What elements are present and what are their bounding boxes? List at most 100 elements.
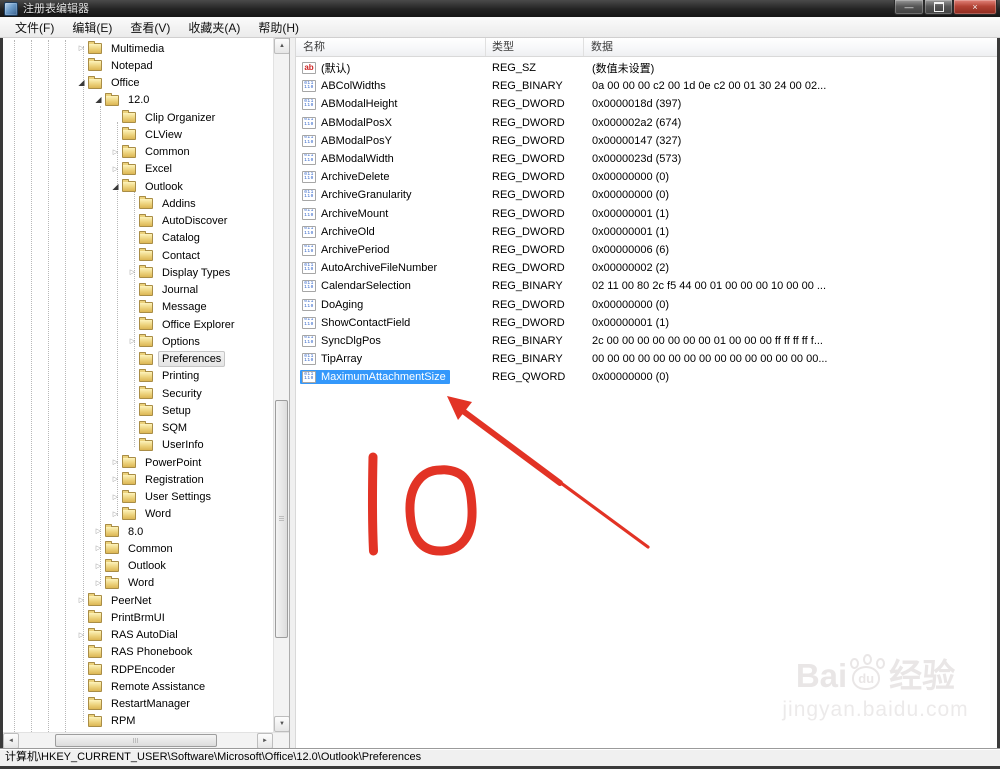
expand-expanded-icon[interactable]: ◢ (92, 96, 105, 104)
menu-item[interactable]: 收藏夹(A) (179, 17, 249, 38)
tree-label: Common (124, 541, 177, 557)
horizontal-scroll-thumb[interactable] (55, 734, 217, 747)
expand-expanded-icon[interactable]: ◢ (109, 183, 122, 191)
column-header-type[interactable]: 类型 (486, 38, 584, 56)
tree-item-user-settings[interactable]: ▷User Settings (3, 489, 273, 506)
tree-horizontal-scrollbar[interactable]: ◄ ► (3, 732, 289, 748)
column-header-name[interactable]: 名称 (296, 38, 486, 56)
close-button[interactable]: × (953, 0, 997, 15)
column-header-data[interactable]: 数据 (584, 38, 997, 56)
tree-item-12-0[interactable]: ◢12.0 (3, 92, 273, 109)
expand-collapsed-icon[interactable]: ▷ (109, 494, 122, 501)
value-row-doaging[interactable]: 011110DoAgingREG_DWORD0x00000000 (0) (296, 295, 997, 313)
tree-item-preferences[interactable]: Preferences (3, 351, 273, 368)
value-row-archiveold[interactable]: 011110ArchiveOldREG_DWORD0x00000001 (1) (296, 223, 997, 241)
tree-item-common[interactable]: ▷Common (3, 144, 273, 161)
expand-collapsed-icon[interactable]: ▷ (109, 459, 122, 466)
value-row-showcontactfield[interactable]: 011110ShowContactFieldREG_DWORD0x0000000… (296, 314, 997, 332)
tree-vertical-scrollbar[interactable]: ▲ ▼ (273, 38, 289, 732)
value-name-box: 011110ABColWidths (300, 79, 390, 93)
tree-item-clview[interactable]: CLView (3, 126, 273, 143)
scroll-right-button[interactable]: ► (257, 733, 273, 748)
tree-item-printing[interactable]: Printing (3, 368, 273, 385)
tree-item-peernet[interactable]: ▷PeerNet (3, 592, 273, 609)
expand-collapsed-icon[interactable]: ▷ (75, 632, 88, 639)
expand-collapsed-icon[interactable]: ▷ (109, 476, 122, 483)
tree-item-userinfo[interactable]: UserInfo (3, 437, 273, 454)
tree-item-powerpoint[interactable]: ▷PowerPoint (3, 454, 273, 471)
tree-item-restartmanager[interactable]: RestartManager (3, 696, 273, 713)
tree-item-outlook[interactable]: ▷Outlook (3, 558, 273, 575)
tree-item-addins[interactable]: Addins (3, 195, 273, 212)
value-name: ArchiveMount (321, 208, 388, 220)
tree-item-ras-phonebook[interactable]: RAS Phonebook (3, 644, 273, 661)
value-row-archiveperiod[interactable]: 011110ArchivePeriodREG_DWORD0x00000006 (… (296, 241, 997, 259)
expand-collapsed-icon[interactable]: ▷ (126, 269, 139, 276)
scroll-down-button[interactable]: ▼ (274, 716, 290, 732)
tree-item-sqm[interactable]: SQM (3, 420, 273, 437)
tree-item-display-types[interactable]: ▷Display Types (3, 264, 273, 281)
value-row-maximumattachmentsize[interactable]: 011110MaximumAttachmentSizeREG_QWORD0x00… (296, 368, 997, 386)
scroll-left-button[interactable]: ◄ (3, 733, 19, 748)
expand-collapsed-icon[interactable]: ▷ (126, 338, 139, 345)
tree-item-message[interactable]: Message (3, 299, 273, 316)
menu-item[interactable]: 查看(V) (121, 17, 179, 38)
value-row-abmodalposy[interactable]: 011110ABModalPosYREG_DWORD0x00000147 (32… (296, 132, 997, 150)
value-row-syncdlgpos[interactable]: 011110SyncDlgPosREG_BINARY2c 00 00 00 00… (296, 332, 997, 350)
value-row-abmodalheight[interactable]: 011110ABModalHeightREG_DWORD0x0000018d (… (296, 95, 997, 113)
tree-item-options[interactable]: ▷Options (3, 333, 273, 350)
value-row-calendarselection[interactable]: 011110CalendarSelectionREG_BINARY02 11 0… (296, 277, 997, 295)
folder-icon (122, 474, 136, 485)
tree-item-word[interactable]: ▷Word (3, 506, 273, 523)
value-row-[interactable]: ab(默认)REG_SZ(数值未设置) (296, 59, 997, 77)
tree-item-office-explorer[interactable]: Office Explorer (3, 316, 273, 333)
expand-collapsed-icon[interactable]: ▷ (75, 597, 88, 604)
tree-item-catalog[interactable]: Catalog (3, 230, 273, 247)
expand-collapsed-icon[interactable]: ▷ (92, 563, 105, 570)
tree-item-setup[interactable]: Setup (3, 402, 273, 419)
tree-item-excel[interactable]: ▷Excel (3, 161, 273, 178)
menu-item[interactable]: 编辑(E) (63, 17, 121, 38)
tree-item-rdpencoder[interactable]: RDPEncoder (3, 661, 273, 678)
expand-collapsed-icon[interactable]: ▷ (92, 580, 105, 587)
tree-item-multimedia[interactable]: ▷Multimedia (3, 40, 273, 57)
maximize-button[interactable] (924, 0, 953, 15)
expand-collapsed-icon[interactable]: ▷ (109, 149, 122, 156)
value-row-archivedelete[interactable]: 011110ArchiveDeleteREG_DWORD0x00000000 (… (296, 168, 997, 186)
tree-item-word[interactable]: ▷Word (3, 575, 273, 592)
minimize-button[interactable]: — (894, 0, 924, 15)
tree-item-remote-assistance[interactable]: Remote Assistance (3, 678, 273, 695)
menu-item[interactable]: 帮助(H) (249, 17, 308, 38)
tree-item-clip-organizer[interactable]: Clip Organizer (3, 109, 273, 126)
value-row-archivegranularity[interactable]: 011110ArchiveGranularityREG_DWORD0x00000… (296, 186, 997, 204)
tree-item-outlook[interactable]: ◢Outlook (3, 178, 273, 195)
value-row-abcolwidths[interactable]: 011110ABColWidthsREG_BINARY0a 00 00 00 c… (296, 77, 997, 95)
tree-item-printbrmui[interactable]: PrintBrmUI (3, 609, 273, 626)
vertical-scroll-thumb[interactable] (275, 400, 288, 638)
tree-item-rpm[interactable]: RPM (3, 713, 273, 730)
value-row-autoarchivefilenumber[interactable]: 011110AutoArchiveFileNumberREG_DWORD0x00… (296, 259, 997, 277)
expand-collapsed-icon[interactable]: ▷ (109, 511, 122, 518)
expand-collapsed-icon[interactable]: ▷ (109, 166, 122, 173)
value-row-abmodalposx[interactable]: 011110ABModalPosXREG_DWORD0x000002a2 (67… (296, 114, 997, 132)
expand-collapsed-icon[interactable]: ▷ (92, 545, 105, 552)
tree-item-registration[interactable]: ▷Registration (3, 471, 273, 488)
expand-collapsed-icon[interactable]: ▷ (75, 45, 88, 52)
tree-label: RPM (107, 713, 139, 729)
tree-item-security[interactable]: Security (3, 385, 273, 402)
tree-item-contact[interactable]: Contact (3, 247, 273, 264)
value-row-archivemount[interactable]: 011110ArchiveMountREG_DWORD0x00000001 (1… (296, 205, 997, 223)
tree-item-autodiscover[interactable]: AutoDiscover (3, 213, 273, 230)
scroll-up-button[interactable]: ▲ (274, 38, 290, 54)
value-row-abmodalwidth[interactable]: 011110ABModalWidthREG_DWORD0x0000023d (5… (296, 150, 997, 168)
tree-item-ras-autodial[interactable]: ▷RAS AutoDial (3, 627, 273, 644)
value-row-tiparray[interactable]: 011110TipArrayREG_BINARY00 00 00 00 00 0… (296, 350, 997, 368)
menu-item[interactable]: 文件(F) (6, 17, 63, 38)
tree-item-office[interactable]: ◢Office (3, 75, 273, 92)
expand-collapsed-icon[interactable]: ▷ (92, 528, 105, 535)
tree-item-notepad[interactable]: Notepad (3, 57, 273, 74)
tree-item-8-0[interactable]: ▷8.0 (3, 523, 273, 540)
tree-item-common[interactable]: ▷ Common (3, 540, 273, 557)
tree-item-journal[interactable]: Journal (3, 282, 273, 299)
expand-expanded-icon[interactable]: ◢ (75, 79, 88, 87)
